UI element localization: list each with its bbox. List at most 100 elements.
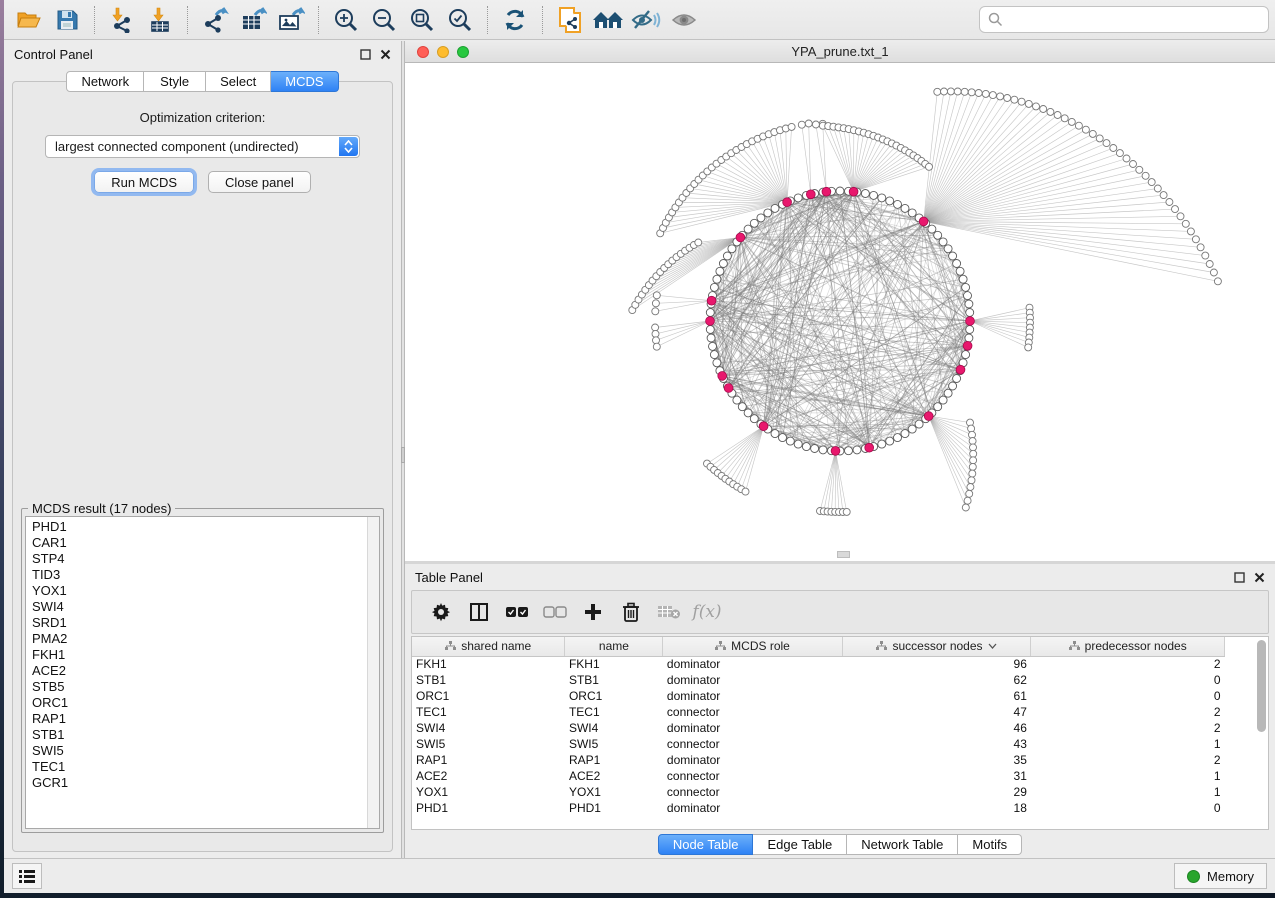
export-network-button[interactable] [196, 3, 234, 37]
cell-successor_nodes[interactable]: 31 [842, 768, 1031, 784]
close-panel-icon[interactable] [1254, 572, 1265, 583]
cell-predecessor_nodes[interactable]: 0 [1031, 688, 1225, 704]
memory-button[interactable]: Memory [1174, 863, 1267, 889]
tab-mcds[interactable]: MCDS [271, 71, 338, 92]
tab-node-table[interactable]: Node Table [658, 834, 754, 855]
close-panel-icon[interactable] [380, 49, 391, 60]
cell-predecessor_nodes[interactable]: 2 [1031, 656, 1225, 672]
cell-shared_name[interactable]: ACE2 [412, 768, 565, 784]
cell-mcds_role[interactable]: dominator [663, 672, 842, 688]
column-header-name[interactable]: name [565, 637, 663, 656]
cell-shared_name[interactable]: PHD1 [412, 800, 565, 816]
zoom-out-button[interactable] [365, 3, 403, 37]
import-network-button[interactable] [103, 3, 141, 37]
table-row-FKH1[interactable]: FKH1FKH1dominator962 [412, 656, 1225, 672]
mcds-result-item[interactable]: STB1 [32, 727, 379, 743]
mcds-result-item[interactable]: FKH1 [32, 647, 379, 663]
cell-successor_nodes[interactable]: 61 [842, 688, 1031, 704]
mcds-node[interactable] [822, 187, 831, 196]
mcds-result-list[interactable]: PHD1CAR1STP4TID3YOX1SWI4SRD1PMA2FKH1ACE2… [25, 516, 380, 829]
cell-successor_nodes[interactable]: 47 [842, 704, 1031, 720]
search-input[interactable] [1009, 12, 1260, 27]
mcds-node[interactable] [707, 296, 716, 305]
table-settings-button[interactable] [422, 594, 460, 630]
deselect-all-button[interactable] [536, 594, 574, 630]
mcds-node[interactable] [849, 187, 858, 196]
mcds-node[interactable] [865, 443, 874, 452]
tab-select[interactable]: Select [206, 71, 271, 92]
cell-mcds_role[interactable]: dominator [663, 800, 842, 816]
cell-mcds_role[interactable]: connector [663, 768, 842, 784]
tab-network[interactable]: Network [66, 71, 144, 92]
column-chooser-button[interactable] [460, 594, 498, 630]
tab-style[interactable]: Style [144, 71, 206, 92]
cell-name[interactable]: SWI5 [565, 736, 663, 752]
cell-shared_name[interactable]: TEC1 [412, 704, 565, 720]
task-history-button[interactable] [12, 863, 42, 889]
function-builder-button[interactable]: f(x) [688, 594, 726, 630]
cell-predecessor_nodes[interactable]: 0 [1031, 800, 1225, 816]
export-image-button[interactable] [272, 3, 310, 37]
cell-shared_name[interactable]: SWI4 [412, 720, 565, 736]
mcds-node[interactable] [706, 317, 715, 326]
show-selected-button[interactable] [665, 3, 703, 37]
mcds-node[interactable] [966, 317, 975, 326]
cell-successor_nodes[interactable]: 35 [842, 752, 1031, 768]
hide-selected-button[interactable] [627, 3, 665, 37]
cell-predecessor_nodes[interactable]: 0 [1031, 672, 1225, 688]
mcds-node[interactable] [831, 447, 840, 456]
table-scrollbar[interactable] [1257, 640, 1266, 732]
mcds-result-item[interactable]: TID3 [32, 567, 379, 583]
delete-table-button[interactable] [650, 594, 688, 630]
mcds-node[interactable] [736, 233, 745, 242]
save-session-button[interactable] [48, 3, 86, 37]
column-header-predecessor-nodes[interactable]: predecessor nodes [1031, 637, 1225, 656]
column-header-successor-nodes[interactable]: successor nodes [842, 637, 1031, 656]
zoom-in-button[interactable] [327, 3, 365, 37]
mcds-result-item[interactable]: ACE2 [32, 663, 379, 679]
mcds-node[interactable] [783, 198, 792, 207]
cell-shared_name[interactable]: FKH1 [412, 656, 565, 672]
table-row-ORC1[interactable]: ORC1ORC1dominator610 [412, 688, 1225, 704]
cell-predecessor_nodes[interactable]: 1 [1031, 736, 1225, 752]
cell-shared_name[interactable]: ORC1 [412, 688, 565, 704]
mcds-node[interactable] [806, 190, 815, 199]
cell-name[interactable]: TEC1 [565, 704, 663, 720]
cell-successor_nodes[interactable]: 62 [842, 672, 1031, 688]
cell-name[interactable]: ORC1 [565, 688, 663, 704]
mcds-result-item[interactable]: SWI5 [32, 743, 379, 759]
cell-mcds_role[interactable]: dominator [663, 688, 842, 704]
open-file-button[interactable] [10, 3, 48, 37]
mcds-result-item[interactable]: SWI4 [32, 599, 379, 615]
cell-name[interactable]: ACE2 [565, 768, 663, 784]
mcds-node[interactable] [718, 372, 727, 381]
cell-mcds_role[interactable]: connector [663, 784, 842, 800]
sort-chevron-icon[interactable] [988, 643, 997, 649]
cell-predecessor_nodes[interactable]: 1 [1031, 768, 1225, 784]
cell-mcds_role[interactable]: connector [663, 704, 842, 720]
mcds-result-item[interactable]: YOX1 [32, 583, 379, 599]
cell-mcds_role[interactable]: dominator [663, 656, 842, 672]
tab-edge-table[interactable]: Edge Table [753, 834, 847, 855]
mcds-result-item[interactable]: PMA2 [32, 631, 379, 647]
cell-mcds_role[interactable]: dominator [663, 720, 842, 736]
run-mcds-button[interactable]: Run MCDS [94, 171, 194, 193]
cell-predecessor_nodes[interactable]: 2 [1031, 704, 1225, 720]
mcds-result-item[interactable]: PHD1 [32, 519, 379, 535]
mcds-node[interactable] [924, 412, 933, 421]
float-panel-icon[interactable] [360, 49, 371, 60]
tab-network-table[interactable]: Network Table [847, 834, 958, 855]
table-row-SWI4[interactable]: SWI4SWI4dominator462 [412, 720, 1225, 736]
table-row-PHD1[interactable]: PHD1PHD1dominator180 [412, 800, 1225, 816]
mcds-node[interactable] [963, 341, 972, 350]
delete-column-button[interactable] [612, 594, 650, 630]
cell-shared_name[interactable]: RAP1 [412, 752, 565, 768]
cell-name[interactable]: SWI4 [565, 720, 663, 736]
mcds-result-item[interactable]: ORC1 [32, 695, 379, 711]
cell-successor_nodes[interactable]: 29 [842, 784, 1031, 800]
table-row-STB1[interactable]: STB1STB1dominator620 [412, 672, 1225, 688]
float-panel-icon[interactable] [1234, 572, 1245, 583]
close-panel-button[interactable]: Close panel [208, 171, 311, 193]
search-box[interactable] [979, 6, 1269, 33]
table-row-YOX1[interactable]: YOX1YOX1connector291 [412, 784, 1225, 800]
